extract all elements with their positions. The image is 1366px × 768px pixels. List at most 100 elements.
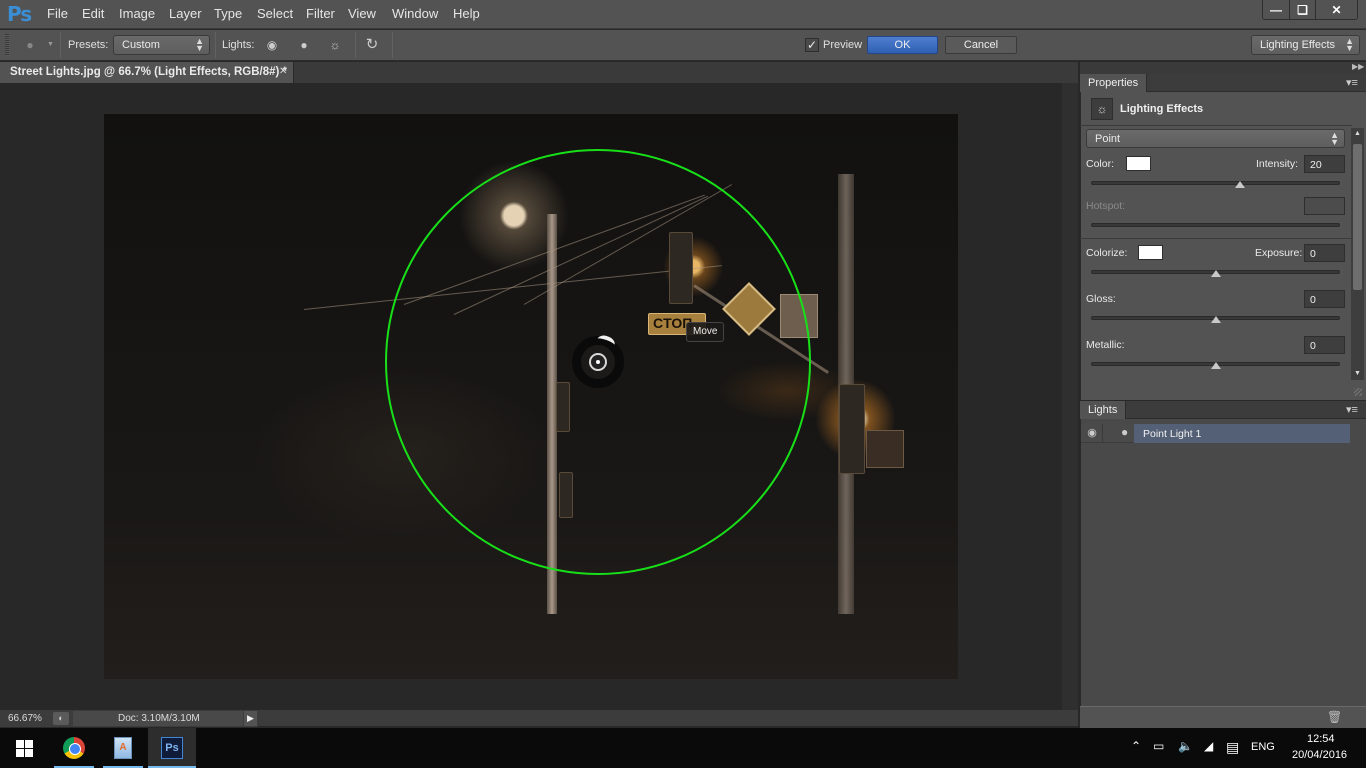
lighting-effects-icon: ☼ [1091, 98, 1113, 120]
reset-lights-icon[interactable]: ↻ [362, 36, 382, 54]
document-app-icon: A [114, 737, 132, 759]
separator [60, 32, 61, 58]
minimize-button[interactable]: — [1263, 0, 1289, 19]
start-button[interactable] [0, 728, 48, 768]
battery-icon[interactable]: ▭ [1153, 739, 1164, 753]
presets-value: Custom [122, 39, 160, 51]
menu-image[interactable]: Image [119, 6, 155, 21]
light-type-select[interactable]: Point ▲ ▼ [1086, 129, 1345, 148]
photoshop-logo: Ps [7, 2, 32, 26]
options-bar-grip[interactable] [5, 34, 9, 56]
close-tab-icon[interactable]: ✕ [279, 66, 287, 77]
scroll-up-icon[interactable]: ▲ [1354, 130, 1361, 137]
tool-preset-bulb-icon[interactable]: ● [20, 36, 40, 54]
separator [215, 32, 216, 58]
vertical-scrollbar[interactable] [1062, 83, 1078, 710]
colorize-swatch[interactable] [1138, 245, 1163, 260]
separator [1102, 424, 1103, 443]
clock-time[interactable]: 12:54 [1307, 733, 1335, 745]
status-menu-arrow-icon[interactable]: ▶ [244, 711, 257, 726]
menu-layer[interactable]: Layer [169, 6, 202, 21]
metallic-field[interactable]: 0 [1304, 336, 1345, 354]
properties-scroll-thumb[interactable] [1353, 144, 1362, 290]
tab-lights[interactable]: Lights [1080, 401, 1127, 419]
language-indicator[interactable]: ENG [1251, 741, 1275, 753]
menu-file[interactable]: File [47, 6, 68, 21]
infinite-light-icon[interactable]: ☼ [325, 36, 345, 54]
color-label: Color: [1086, 158, 1115, 170]
metallic-slider-thumb[interactable] [1210, 362, 1221, 369]
taskbar-chrome[interactable] [50, 728, 98, 768]
lights-panel-footer [1080, 706, 1366, 728]
horizontal-scrollbar[interactable] [258, 710, 1078, 726]
hotspot-slider[interactable] [1091, 223, 1340, 227]
presets-select[interactable]: Custom ▲ ▼ [113, 35, 210, 55]
workspace-select[interactable]: Lighting Effects ▲ ▼ [1251, 35, 1360, 55]
menu-select[interactable]: Select [257, 6, 293, 21]
light-name[interactable]: Point Light 1 [1143, 428, 1201, 440]
spot-light-icon[interactable]: ◉ [262, 36, 282, 54]
hotspot-label: Hotspot: [1086, 200, 1126, 212]
presets-label: Presets: [68, 39, 109, 51]
menu-filter[interactable]: Filter [306, 6, 335, 21]
panel-menu-icon[interactable]: ▾≡ [1346, 76, 1358, 89]
window-controls: — ❏ ✕ [1262, 0, 1358, 20]
close-button[interactable]: ✕ [1315, 0, 1357, 19]
preview-checkbox[interactable]: ✓ [805, 38, 819, 52]
gloss-field[interactable]: 0 [1304, 290, 1345, 308]
menu-window[interactable]: Window [392, 6, 438, 21]
move-tooltip: Move [686, 322, 725, 342]
select-arrows-icon: ▲ ▼ [1345, 36, 1354, 53]
workspace-value: Lighting Effects [1260, 39, 1336, 51]
collapse-panels-icon[interactable]: ▶▶ [1352, 62, 1364, 71]
action-center-icon[interactable]: ▤ [1226, 739, 1239, 756]
menu-edit[interactable]: Edit [82, 6, 104, 21]
intensity-slider-thumb[interactable] [1235, 181, 1246, 188]
exposure-field[interactable]: 0 [1304, 244, 1345, 262]
gloss-label: Gloss: [1086, 293, 1116, 305]
lights-panel [1080, 401, 1366, 709]
resize-grip[interactable] [1354, 388, 1362, 396]
checkmark-icon: ✓ [806, 38, 818, 52]
light-center-dot [596, 360, 600, 364]
point-light-icon[interactable]: ● [294, 36, 314, 54]
separator [392, 32, 393, 58]
zoom-level[interactable]: 66.67% [8, 713, 42, 724]
status-info-icon[interactable]: ◐ [53, 712, 69, 725]
colorize-label: Colorize: [1086, 247, 1128, 259]
clock-date[interactable]: 20/04/2016 [1292, 749, 1347, 761]
taskbar-document-app[interactable]: A [99, 728, 147, 768]
taskbar-photoshop[interactable]: Ps [148, 728, 196, 768]
intensity-field[interactable]: 20 [1304, 155, 1345, 173]
minimize-icon: — [1270, 2, 1282, 17]
intensity-slider[interactable] [1091, 181, 1340, 185]
exposure-slider-thumb[interactable] [1210, 270, 1221, 277]
ok-button[interactable]: OK [867, 36, 938, 54]
restore-icon: ❏ [1297, 2, 1308, 17]
scroll-down-icon[interactable]: ▼ [1354, 370, 1361, 377]
delete-light-trash-icon[interactable]: 🗑 [1327, 710, 1342, 724]
panel-dock-header [1080, 62, 1366, 74]
traffic-light [839, 384, 865, 474]
gloss-slider-thumb[interactable] [1210, 316, 1221, 323]
menu-view[interactable]: View [348, 6, 376, 21]
separator [355, 32, 356, 58]
document-tab[interactable]: Street Lights.jpg @ 66.7% (Light Effects… [0, 62, 294, 83]
select-arrows-icon: ▲ ▼ [195, 36, 204, 53]
cancel-button[interactable]: Cancel [945, 36, 1017, 54]
menu-type[interactable]: Type [214, 6, 242, 21]
tool-preset-dropdown-icon[interactable]: ▼ [47, 41, 54, 48]
volume-icon[interactable]: 🔈 [1178, 739, 1193, 753]
tab-properties[interactable]: Properties [1080, 74, 1148, 92]
pedestrian-crossing-sign [866, 430, 904, 468]
wifi-icon[interactable]: ◢ [1204, 739, 1213, 753]
visibility-eye-icon[interactable]: ◉ [1084, 426, 1100, 440]
hotspot-field[interactable] [1304, 197, 1345, 215]
panel-menu-icon[interactable]: ▾≡ [1346, 403, 1358, 416]
menu-help[interactable]: Help [453, 6, 480, 21]
light-type-value: Point [1095, 133, 1121, 145]
show-hidden-icons-chevron-icon[interactable]: ⌃ [1131, 739, 1141, 753]
color-swatch[interactable] [1126, 156, 1151, 171]
restore-button[interactable]: ❏ [1289, 0, 1315, 19]
separator [1080, 125, 1352, 126]
